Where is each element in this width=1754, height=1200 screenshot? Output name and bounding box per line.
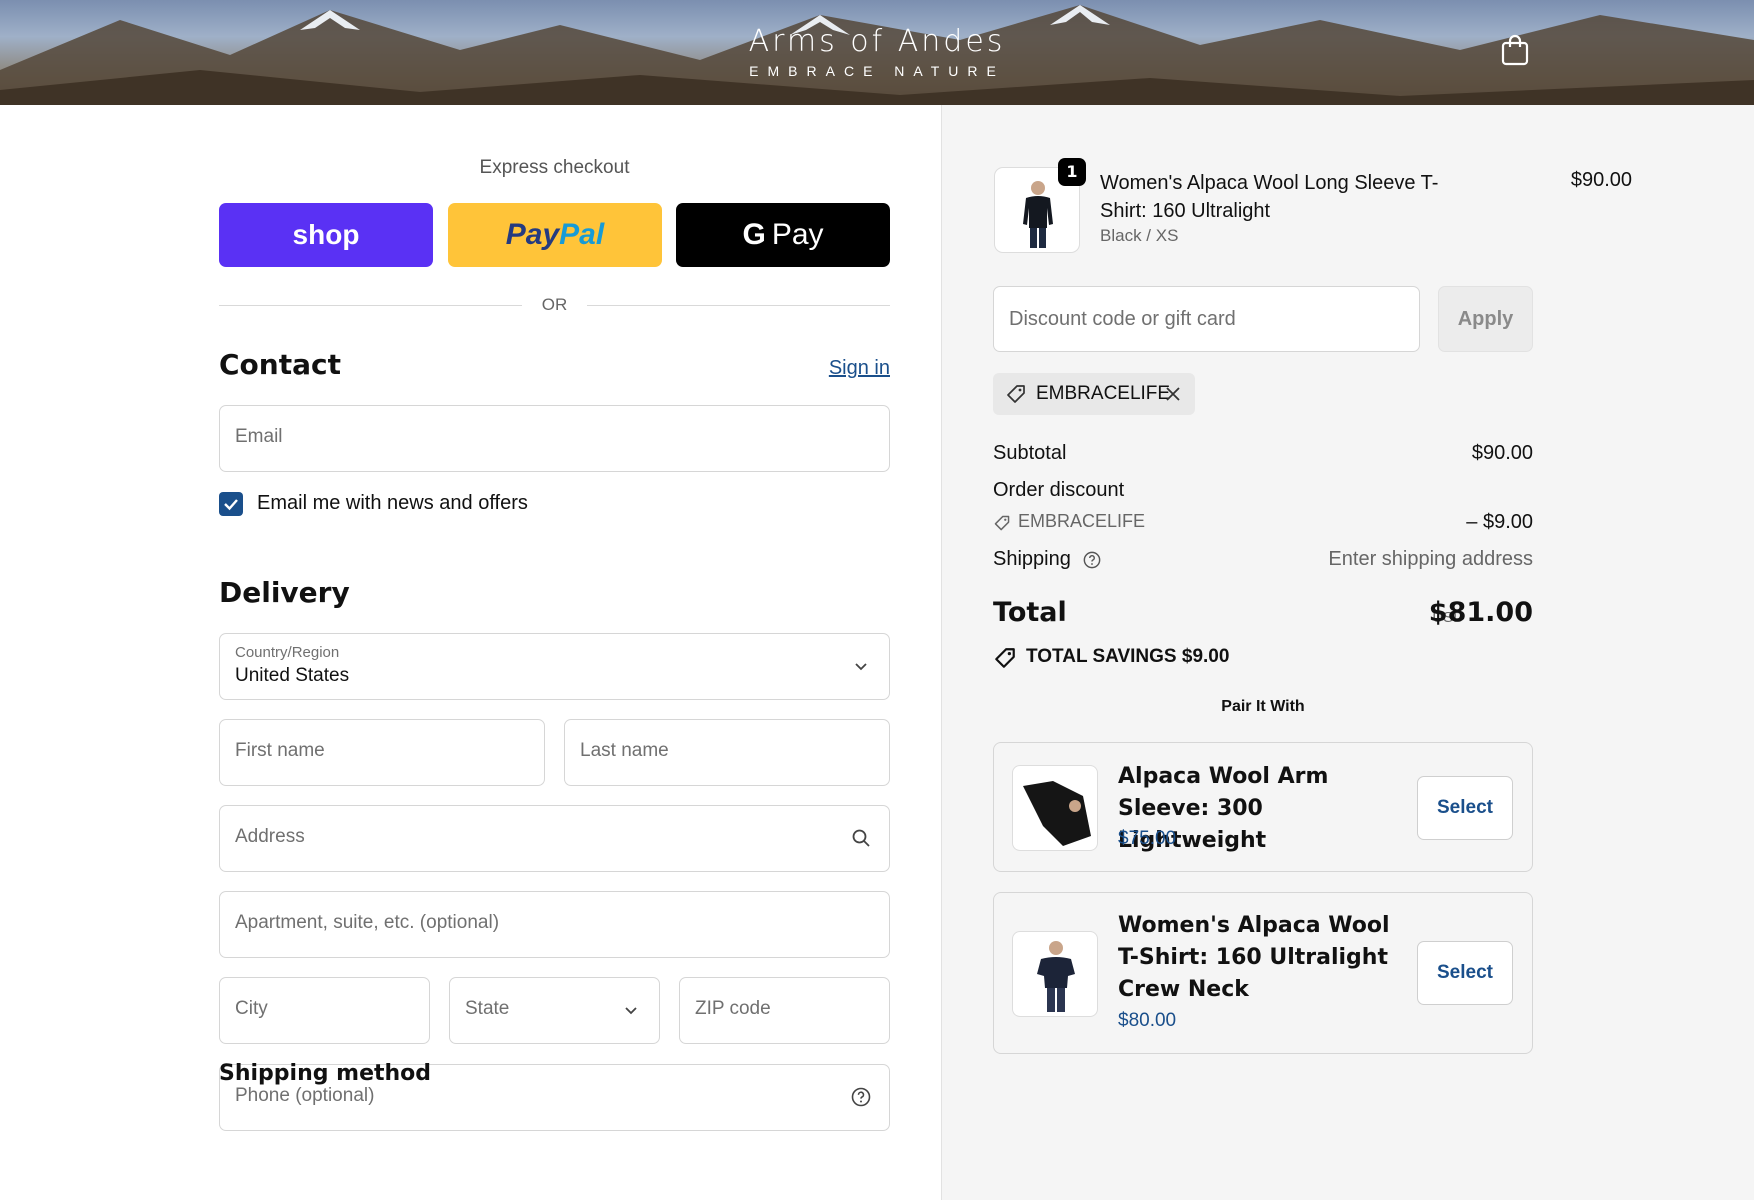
upsell-card: Alpaca Wool Arm Sleeve: 300 Lightweight … bbox=[993, 742, 1533, 872]
email-placeholder: Email bbox=[235, 426, 283, 447]
upsell-name: Women's Alpaca Wool T-Shirt: 160 Ultrali… bbox=[1118, 913, 1390, 1002]
phone-placeholder: Phone (optional) bbox=[235, 1085, 375, 1106]
shipping-label: Shipping bbox=[993, 548, 1071, 570]
last-name-field[interactable]: Last name bbox=[564, 719, 890, 786]
shipping-row: Shipping Enter shipping address bbox=[993, 548, 1533, 571]
or-label: OR bbox=[541, 295, 568, 314]
brand-logo[interactable]: Arms of Andes EMBRACE NATURE bbox=[0, 24, 1754, 79]
delivery-heading: Delivery bbox=[219, 576, 350, 609]
subtotal-label: Subtotal bbox=[993, 442, 1067, 464]
select-button[interactable]: Select bbox=[1417, 941, 1513, 1005]
paypal-button[interactable]: Pay Pal bbox=[448, 203, 662, 267]
total-savings: TOTAL SAVINGS $9.00 bbox=[1026, 646, 1230, 667]
newsletter-label: Email me with news and offers bbox=[257, 492, 528, 514]
address-placeholder: Address bbox=[235, 826, 305, 847]
product-name: Women's Alpaca Wool Long Sleeve T-Shirt:… bbox=[1100, 172, 1439, 222]
upsell-price: $80.00 bbox=[1118, 1010, 1177, 1031]
last-name-placeholder: Last name bbox=[580, 740, 669, 761]
country-label: Country/Region bbox=[235, 644, 340, 661]
shop-pay-label: shop bbox=[292, 219, 360, 250]
shopping-bag-icon[interactable] bbox=[1500, 34, 1530, 66]
country-select[interactable]: Country/Region United States bbox=[219, 633, 890, 700]
apartment-field[interactable]: Apartment, suite, etc. (optional) bbox=[219, 891, 890, 958]
arm-sleeve-image bbox=[1023, 781, 1091, 846]
checkmark-icon bbox=[224, 499, 238, 511]
apply-discount-button[interactable]: Apply bbox=[1438, 286, 1533, 352]
total-label: Total bbox=[993, 597, 1067, 628]
upsell-card: Women's Alpaca Wool T-Shirt: 160 Ultrali… bbox=[993, 892, 1533, 1054]
subtotal-value: $90.00 bbox=[1471, 442, 1533, 464]
applied-code: EMBRACELIFE bbox=[1036, 383, 1171, 404]
product-price: $90.00 bbox=[1570, 169, 1632, 191]
country-value: United States bbox=[235, 665, 350, 686]
checkout-form: Express checkout shop Pay Pal G Pay OR Con… bbox=[0, 105, 941, 1200]
email-field[interactable]: Email bbox=[219, 405, 890, 472]
help-circle-icon[interactable] bbox=[851, 1087, 871, 1107]
t-shirt-image bbox=[1037, 941, 1075, 1012]
discount-code-label: EMBRACELIFE bbox=[1018, 511, 1146, 531]
tag-icon bbox=[1007, 385, 1025, 403]
address-field[interactable]: Address bbox=[219, 805, 890, 872]
zip-placeholder: ZIP code bbox=[695, 998, 771, 1019]
chevron-down-icon bbox=[855, 663, 867, 671]
state-select[interactable]: State bbox=[449, 977, 660, 1044]
apartment-placeholder: Apartment, suite, etc. (optional) bbox=[235, 912, 500, 933]
city-placeholder: City bbox=[235, 998, 268, 1019]
city-field[interactable]: City bbox=[219, 977, 430, 1044]
order-discount-label: Order discount bbox=[993, 479, 1125, 501]
first-name-placeholder: First name bbox=[235, 740, 325, 761]
tag-icon bbox=[994, 515, 1010, 531]
savings-tag-icon bbox=[995, 648, 1015, 668]
google-pay-button[interactable]: G Pay bbox=[676, 203, 890, 267]
google-g-icon: G bbox=[742, 218, 766, 251]
contact-heading: Contact bbox=[219, 348, 341, 381]
state-placeholder: State bbox=[465, 998, 510, 1019]
total-value: $81.00 bbox=[1428, 597, 1533, 628]
select-button[interactable]: Select bbox=[1417, 776, 1513, 840]
sign-in-link[interactable]: Sign in bbox=[790, 357, 890, 380]
shop-pay-button[interactable]: shop bbox=[219, 203, 433, 267]
remove-discount-icon[interactable] bbox=[1165, 386, 1181, 402]
newsletter-checkbox[interactable] bbox=[219, 492, 243, 516]
help-circle-icon[interactable] bbox=[1083, 551, 1101, 569]
order-summary: 1 Women's Alpaca Wool Long Sleeve T-Shir… bbox=[941, 105, 1754, 1200]
shipping-method-heading: Shipping method bbox=[219, 1061, 432, 1086]
chevron-down-icon bbox=[625, 1007, 637, 1015]
or-divider: OR bbox=[219, 291, 890, 321]
upsell-image bbox=[1012, 765, 1098, 851]
applied-discount-chip: EMBRACELIFE bbox=[993, 373, 1195, 415]
site-header: Arms of Andes EMBRACE NATURE bbox=[0, 0, 1754, 105]
product-variant: Black / XS bbox=[1100, 226, 1179, 245]
express-checkout-title: Express checkout bbox=[479, 157, 630, 178]
paypal-label-pay: Pay bbox=[505, 218, 560, 251]
brand-tagline: EMBRACE NATURE bbox=[749, 63, 1005, 79]
quantity-badge: 1 bbox=[1058, 158, 1086, 186]
upsell-image bbox=[1012, 931, 1098, 1017]
order-discount-row: Order discount bbox=[993, 479, 1533, 502]
first-name-field[interactable]: First name bbox=[219, 719, 545, 786]
pair-it-with-heading: Pair It With bbox=[1221, 698, 1305, 715]
discount-code-row: EMBRACELIFE – $9.00 bbox=[993, 511, 1533, 533]
discount-placeholder: Discount code or gift card bbox=[1009, 308, 1236, 330]
discount-code-input[interactable]: Discount code or gift card bbox=[993, 286, 1420, 352]
upsell-price: $75.00 bbox=[1118, 828, 1177, 849]
brand-name: Arms of Andes bbox=[748, 24, 1006, 59]
search-icon bbox=[852, 829, 870, 847]
subtotal-row: Subtotal $90.00 bbox=[993, 442, 1533, 465]
zip-field[interactable]: ZIP code bbox=[679, 977, 890, 1044]
discount-value: – $9.00 bbox=[1466, 511, 1533, 533]
paypal-label-pal: Pal bbox=[559, 218, 605, 251]
google-pay-label: Pay bbox=[771, 218, 824, 251]
shipping-value: Enter shipping address bbox=[1328, 548, 1533, 570]
